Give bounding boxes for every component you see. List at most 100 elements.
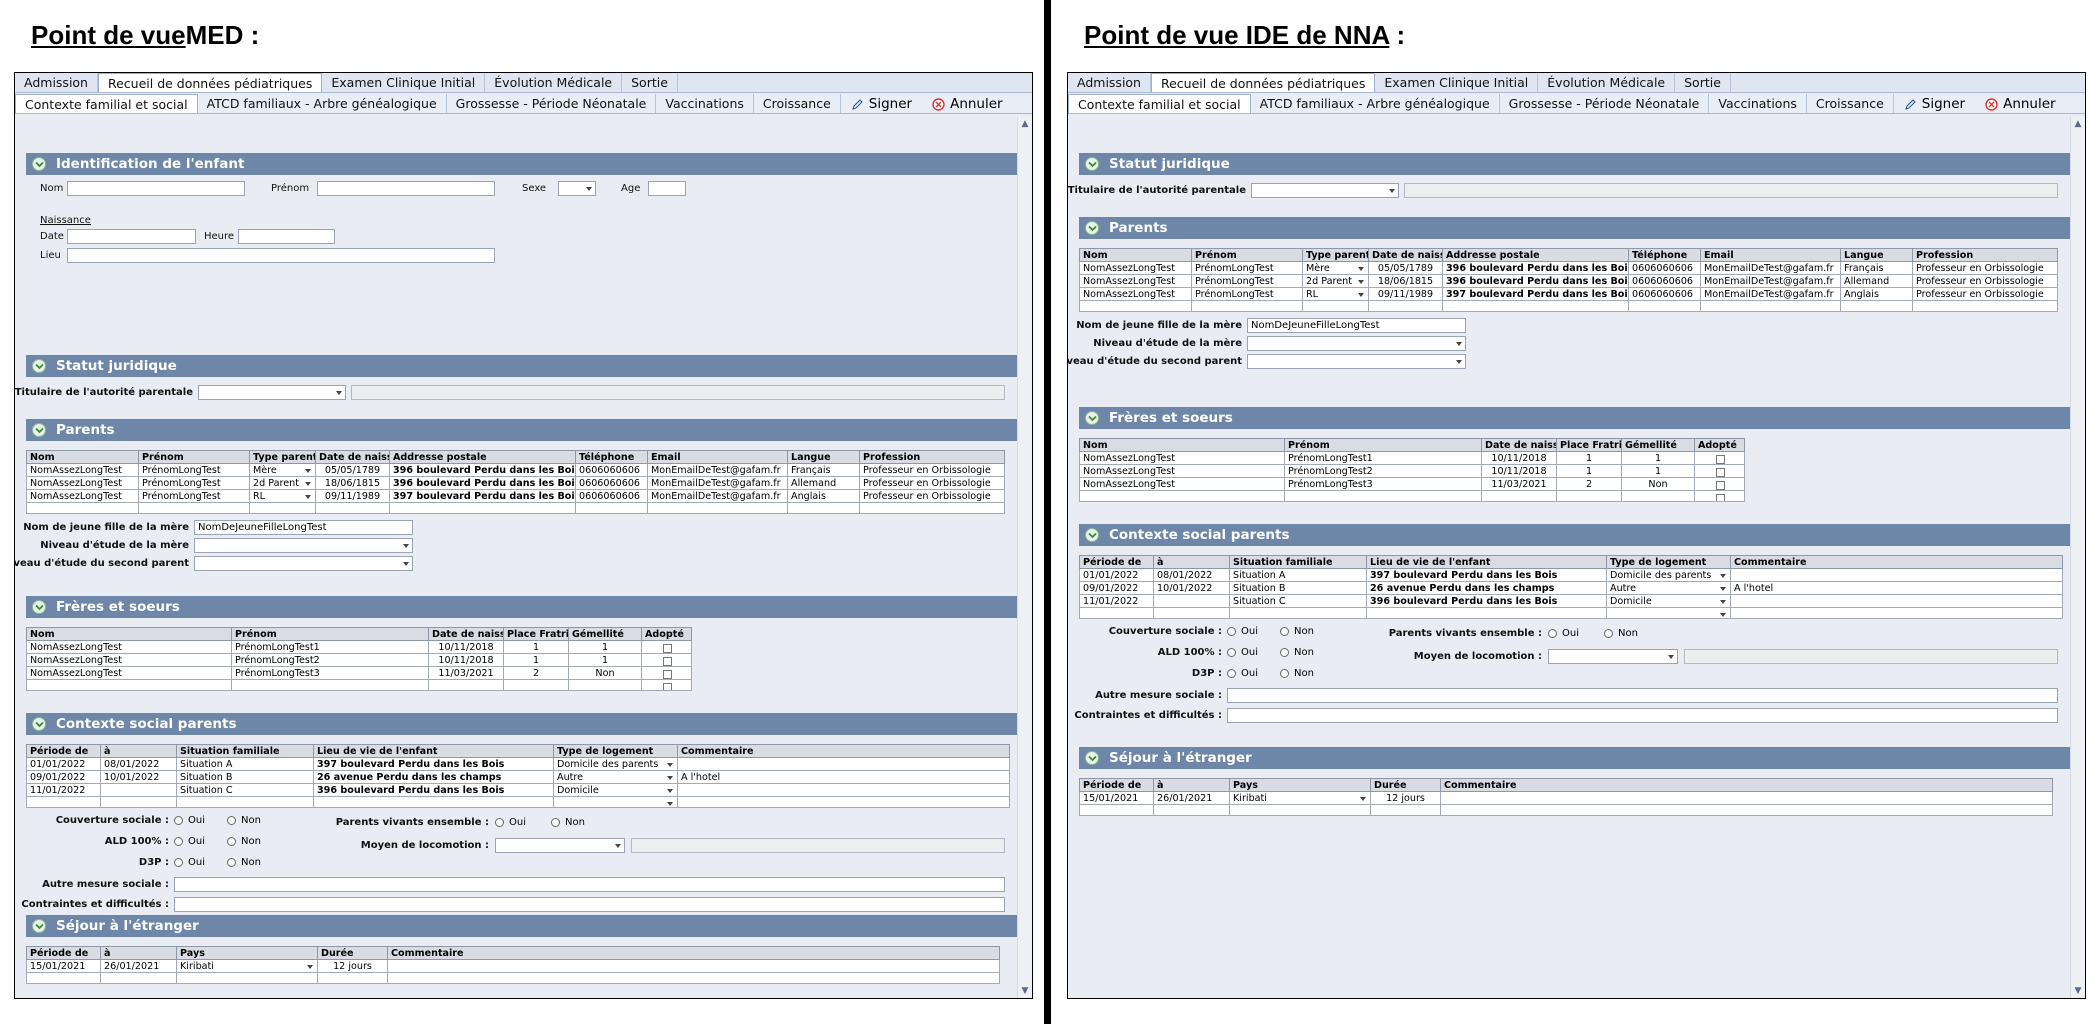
radio-together-yes[interactable]: Oui bbox=[495, 817, 526, 828]
table-cell[interactable]: PrénomLongTest1 bbox=[231, 640, 429, 654]
table-cell[interactable] bbox=[26, 502, 139, 514]
tab-main-1[interactable]: Recueil de données pédiatriques bbox=[1150, 73, 1376, 92]
constraints-input[interactable] bbox=[1227, 708, 2058, 723]
collapse-chevron-icon[interactable] bbox=[32, 600, 46, 614]
radio-coverage-yes[interactable]: Oui bbox=[174, 815, 205, 826]
tab-main-0[interactable]: Admission bbox=[1068, 73, 1151, 92]
table-cell[interactable]: 397 boulevard Perdu dans les Bois bbox=[1366, 568, 1607, 582]
collapse-chevron-icon[interactable] bbox=[32, 717, 46, 731]
table-cell[interactable]: MonEmailDeTest@gafam.fr bbox=[647, 489, 788, 503]
radio-coverage-no[interactable]: Non bbox=[1280, 626, 1314, 637]
radio-d3p-no[interactable]: Non bbox=[1280, 668, 1314, 679]
new-row[interactable] bbox=[26, 972, 1000, 984]
table-cell[interactable]: Autre bbox=[1606, 581, 1731, 595]
table-cell[interactable]: RL bbox=[249, 489, 316, 503]
table-cell[interactable]: NomAssezLongTest bbox=[26, 476, 139, 490]
table-cell[interactable]: Allemand bbox=[787, 476, 860, 490]
tab-sub-1[interactable]: ATCD familiaux - Arbre généalogique bbox=[198, 94, 447, 113]
table-cell[interactable]: 18/06/1815 bbox=[315, 476, 390, 490]
table-cell[interactable]: NomAssezLongTest bbox=[1079, 261, 1192, 275]
first-name-input[interactable] bbox=[317, 181, 495, 196]
scroll-down-icon[interactable]: ▼ bbox=[2073, 986, 2083, 996]
table-cell[interactable]: 05/05/1789 bbox=[1368, 261, 1443, 275]
section-header-freres[interactable]: Frères et soeurs bbox=[1079, 407, 2070, 429]
other-measure-input[interactable] bbox=[1227, 688, 2058, 703]
table-cell[interactable] bbox=[1079, 490, 1285, 502]
table-row[interactable]: NomAssezLongTest PrénomLongTest2 10/11/201… bbox=[26, 653, 692, 667]
adopted-checkbox[interactable] bbox=[641, 653, 692, 667]
table-cell[interactable]: 0606060606 bbox=[1628, 287, 1701, 301]
new-row[interactable] bbox=[1079, 490, 1745, 502]
radio-d3p-yes[interactable]: Oui bbox=[1227, 668, 1258, 679]
table-cell[interactable]: Français bbox=[787, 463, 860, 477]
table-cell[interactable] bbox=[859, 502, 1005, 514]
table-cell[interactable]: Situation C bbox=[176, 783, 314, 797]
birth-date-input[interactable] bbox=[67, 229, 196, 244]
section-header-identification[interactable]: Identification de l'enfant bbox=[26, 153, 1017, 175]
table-cell[interactable]: Autre bbox=[553, 770, 678, 784]
table-cell[interactable]: Professeur en Orbissologie bbox=[1912, 287, 2058, 301]
table-cell[interactable] bbox=[553, 796, 678, 808]
adopted-checkbox[interactable] bbox=[641, 679, 692, 691]
tab-main-2[interactable]: Examen Clinique Initial bbox=[1375, 73, 1539, 92]
table-cell[interactable]: 12 jours bbox=[317, 959, 388, 973]
table-row[interactable]: NomAssezLongTest PrénomLongTest3 11/03/202… bbox=[26, 666, 692, 680]
adopted-checkbox[interactable] bbox=[641, 666, 692, 680]
parental-authority-select[interactable] bbox=[1251, 183, 1399, 198]
radio-together-no[interactable]: Non bbox=[1604, 628, 1638, 639]
tab-sub-4[interactable]: Croissance bbox=[1807, 94, 1894, 113]
table-cell[interactable] bbox=[787, 502, 860, 514]
table-cell[interactable] bbox=[1153, 607, 1230, 619]
table-cell[interactable]: Mère bbox=[249, 463, 316, 477]
table-row[interactable]: NomAssezLongTest PrénomLongTest 2d Parent 1… bbox=[1079, 274, 2058, 288]
transport-select[interactable] bbox=[1548, 649, 1678, 664]
table-cell[interactable]: NomAssezLongTest bbox=[26, 666, 232, 680]
tab-main-3[interactable]: Évolution Médicale bbox=[485, 73, 623, 92]
parental-authority-select[interactable] bbox=[198, 385, 346, 400]
table-cell[interactable]: 15/01/2021 bbox=[26, 959, 101, 973]
radio-d3p-no[interactable]: Non bbox=[227, 857, 261, 868]
radio-ald-no[interactable]: Non bbox=[227, 836, 261, 847]
table-cell[interactable]: 397 boulevard Perdu dans les Bois bbox=[389, 489, 576, 503]
collapse-chevron-icon[interactable] bbox=[32, 157, 46, 171]
table-cell[interactable] bbox=[1556, 490, 1622, 502]
table-cell[interactable]: 05/05/1789 bbox=[315, 463, 390, 477]
table-cell[interactable]: PrénomLongTest bbox=[1191, 287, 1303, 301]
vertical-scrollbar[interactable]: ▲ ▼ bbox=[2070, 117, 2085, 998]
transport-select[interactable] bbox=[495, 838, 625, 853]
sign-button[interactable]: Signer bbox=[1894, 94, 1975, 113]
birth-place-input[interactable] bbox=[67, 248, 495, 263]
section-header-sejour[interactable]: Séjour à l'étranger bbox=[26, 915, 1017, 937]
adopted-checkbox[interactable] bbox=[1694, 464, 1745, 478]
table-row[interactable]: NomAssezLongTest PrénomLongTest1 10/11/201… bbox=[26, 640, 692, 654]
table-row[interactable]: NomAssezLongTest PrénomLongTest1 10/11/201… bbox=[1079, 451, 1745, 465]
tab-main-3[interactable]: Évolution Médicale bbox=[1538, 73, 1676, 92]
table-cell[interactable] bbox=[1079, 804, 1154, 816]
sign-button[interactable]: Signer bbox=[841, 94, 922, 113]
table-cell[interactable]: NomAssezLongTest bbox=[1079, 477, 1285, 491]
table-cell[interactable] bbox=[1730, 568, 2063, 582]
table-cell[interactable]: NomAssezLongTest bbox=[26, 640, 232, 654]
table-cell[interactable]: PrénomLongTest2 bbox=[1284, 464, 1482, 478]
table-cell[interactable] bbox=[138, 502, 250, 514]
table-cell[interactable] bbox=[1229, 804, 1371, 816]
table-cell[interactable]: 396 boulevard Perdu dans les Bois bbox=[389, 476, 576, 490]
table-cell[interactable]: 1 bbox=[568, 653, 642, 667]
table-cell[interactable]: Situation C bbox=[1229, 594, 1367, 608]
table-cell[interactable] bbox=[568, 679, 642, 691]
section-header-statut[interactable]: Statut juridique bbox=[26, 355, 1017, 377]
table-cell[interactable]: 10/01/2022 bbox=[1153, 581, 1230, 595]
new-row[interactable] bbox=[26, 502, 1005, 514]
age-input[interactable] bbox=[648, 181, 686, 196]
mother-education-select[interactable] bbox=[194, 538, 413, 553]
new-row[interactable] bbox=[1079, 300, 2058, 312]
table-cell[interactable] bbox=[1191, 300, 1303, 312]
table-cell[interactable] bbox=[100, 972, 177, 984]
table-cell[interactable] bbox=[313, 796, 554, 808]
table-cell[interactable] bbox=[1153, 804, 1230, 816]
table-cell[interactable]: Mère bbox=[1302, 261, 1369, 275]
table-cell[interactable]: PrénomLongTest3 bbox=[1284, 477, 1482, 491]
table-cell[interactable]: 397 boulevard Perdu dans les Bois bbox=[1442, 287, 1629, 301]
table-cell[interactable]: Anglais bbox=[1840, 287, 1913, 301]
table-cell[interactable] bbox=[503, 679, 569, 691]
